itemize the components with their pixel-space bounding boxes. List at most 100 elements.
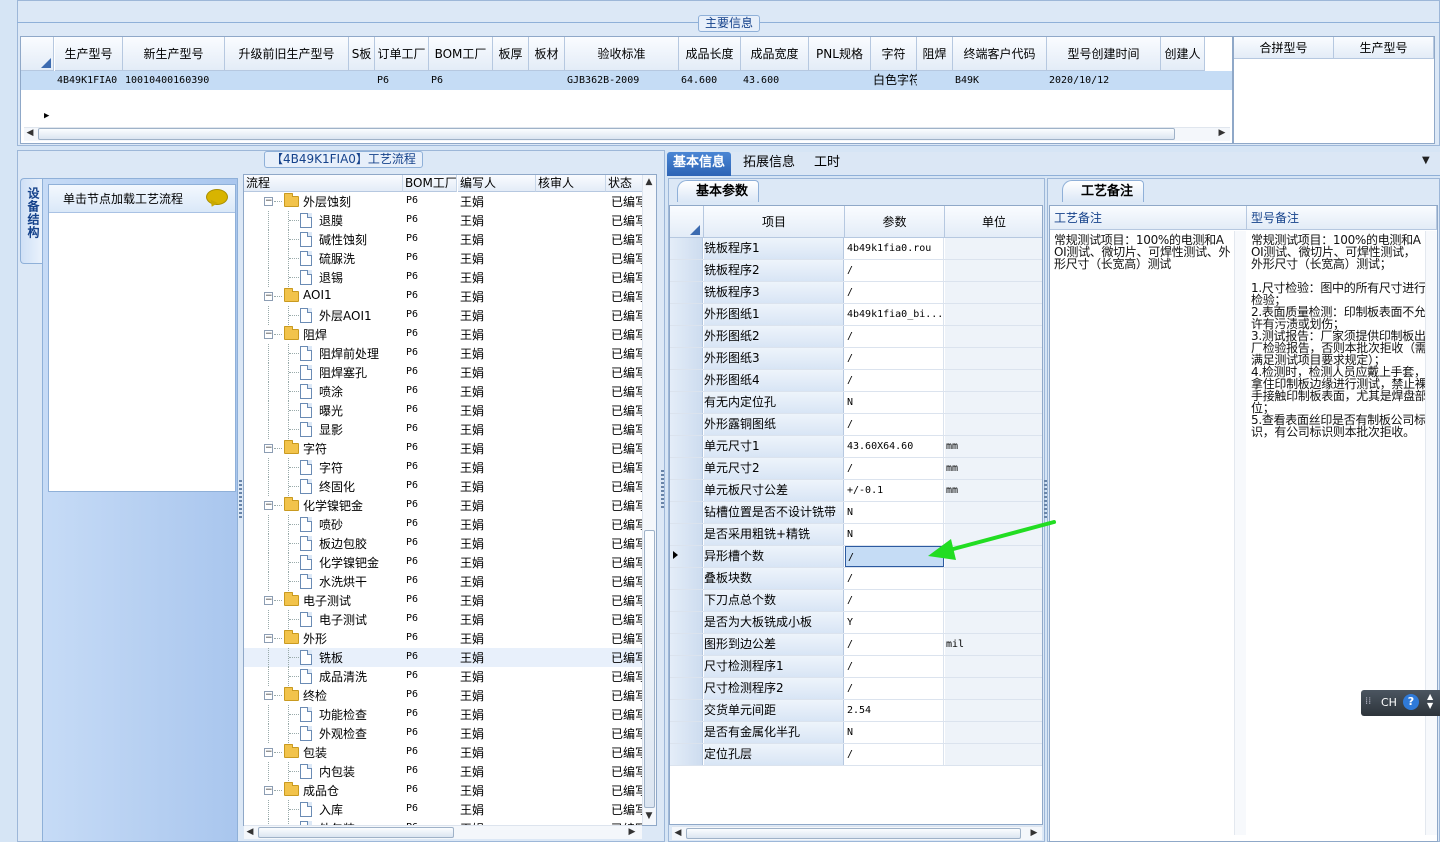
- param-row[interactable]: 单元尺寸1 43.60X64.60 mm: [670, 436, 1042, 458]
- params-hscrollbar[interactable]: ◀ ▶: [672, 826, 1042, 840]
- collapse-icon[interactable]: −: [264, 634, 273, 643]
- tree-step-row[interactable]: 水洗烘干 P6 王娟 已编写: [244, 572, 644, 591]
- scroll-right-icon[interactable]: ▶: [1216, 128, 1228, 138]
- column-header[interactable]: 终端客户代码: [953, 37, 1047, 71]
- scroll-thumb[interactable]: [258, 827, 454, 838]
- row-selector[interactable]: [670, 656, 703, 677]
- scroll-right-icon[interactable]: ▶: [626, 827, 638, 837]
- collapse-icon[interactable]: −: [264, 292, 273, 301]
- tree-folder-row[interactable]: − 外层蚀刻 P6 王娟 已编写: [244, 192, 644, 211]
- scroll-thumb[interactable]: [686, 828, 1021, 839]
- param-value-field[interactable]: /: [845, 458, 944, 479]
- scroll-left-icon[interactable]: ◀: [672, 828, 684, 838]
- splitter-grip[interactable]: [661, 470, 664, 510]
- row-selector[interactable]: [670, 524, 703, 545]
- tree-folder-row[interactable]: − 化学镍钯金 P6 王娟 已编写: [244, 496, 644, 515]
- param-value-field[interactable]: /: [845, 590, 944, 611]
- collapse-icon[interactable]: −: [264, 501, 273, 510]
- row-selector[interactable]: [670, 744, 703, 765]
- ime-language-label[interactable]: CH: [1381, 696, 1397, 709]
- param-value-field[interactable]: /: [845, 634, 944, 655]
- column-header[interactable]: 创建人: [1161, 37, 1205, 71]
- row-selector[interactable]: [670, 326, 703, 347]
- tree-step-row[interactable]: 外层AOI1 P6 王娟 已编写: [244, 306, 644, 325]
- param-row[interactable]: 尺寸检测程序1/: [670, 656, 1042, 678]
- tree-folder-row[interactable]: − 电子测试 P6 王娟 已编写: [244, 591, 644, 610]
- column-header[interactable]: 字符: [871, 37, 917, 71]
- row-selector[interactable]: [670, 260, 703, 281]
- param-value-field[interactable]: /: [845, 282, 944, 303]
- tree-step-row[interactable]: 板边包胶 P6 王娟 已编写: [244, 534, 644, 553]
- remarks-grid[interactable]: 工艺备注 型号备注 常规测试项目：100%的电测和AOI测试、微切片、可焊性测试…: [1049, 205, 1438, 842]
- collapse-icon[interactable]: −: [264, 786, 273, 795]
- grid-cell[interactable]: GJB362B-2009: [567, 71, 679, 90]
- column-header[interactable]: 订单工厂: [375, 37, 429, 71]
- tree-step-row[interactable]: 外观检查 P6 王娟 已编写: [244, 724, 644, 743]
- scroll-left-icon[interactable]: ◀: [244, 827, 256, 837]
- row-selector-header[interactable]: [670, 206, 704, 238]
- tree-folder-row[interactable]: − 成品仓 P6 王娟 已编写: [244, 781, 644, 800]
- merged-model-header[interactable]: 合拼型号: [1234, 37, 1334, 59]
- tree-folder-row[interactable]: − 外形 P6 王娟 已编写: [244, 629, 644, 648]
- tree-step-row[interactable]: 终固化 P6 王娟 已编写: [244, 477, 644, 496]
- row-selector-header[interactable]: [21, 37, 54, 71]
- param-value-field[interactable]: 43.60X64.60: [845, 436, 944, 457]
- column-header[interactable]: 新生产型号: [123, 37, 225, 71]
- tab-dropdown-icon[interactable]: ▼: [1422, 155, 1430, 166]
- collapse-icon[interactable]: −: [264, 444, 273, 453]
- help-icon[interactable]: ?: [1403, 694, 1419, 710]
- param-value-field[interactable]: Y: [845, 612, 944, 633]
- param-row[interactable]: 有无内定位孔 N: [670, 392, 1042, 414]
- tree-step-row[interactable]: 阻焊塞孔 P6 王娟 已编写: [244, 363, 644, 382]
- column-header[interactable]: 成品宽度: [741, 37, 809, 71]
- unit-column-header[interactable]: 单位: [945, 206, 1042, 238]
- param-row[interactable]: 异形槽个数 /: [670, 546, 1042, 568]
- row-selector[interactable]: [670, 722, 703, 743]
- param-row[interactable]: 钻槽位置是否不设计铣带 N: [670, 502, 1042, 524]
- row-selector[interactable]: [670, 546, 703, 567]
- row-selector[interactable]: [670, 634, 703, 655]
- row-selector[interactable]: [670, 348, 703, 369]
- param-row[interactable]: 外形图纸3/: [670, 348, 1042, 370]
- grid-cell[interactable]: 2020/10/12: [1049, 71, 1161, 90]
- tree-step-row[interactable]: 入库 P6 王娟 已编写: [244, 800, 644, 819]
- column-header[interactable]: 板厚: [493, 37, 529, 71]
- row-selector[interactable]: [670, 700, 703, 721]
- column-header[interactable]: 生产型号: [55, 37, 123, 71]
- row-selector[interactable]: [670, 370, 703, 391]
- tree-column-header[interactable]: 状态: [606, 175, 644, 192]
- row-selector[interactable]: [670, 590, 703, 611]
- scroll-down-icon[interactable]: ▼: [643, 811, 655, 821]
- collapse-icon[interactable]: −: [264, 596, 273, 605]
- column-header[interactable]: BOM工厂: [429, 37, 493, 71]
- tree-hscrollbar[interactable]: ◀ ▶: [244, 825, 642, 839]
- scroll-left-icon[interactable]: ◀: [24, 128, 36, 138]
- tree-vscrollbar[interactable]: ▲ ▼: [642, 175, 656, 825]
- column-header[interactable]: 验收标准: [565, 37, 679, 71]
- column-header[interactable]: 成品长度: [679, 37, 741, 71]
- grid-cell[interactable]: 4B49K1FIA0: [57, 71, 123, 90]
- ime-menu-icon[interactable]: ▲ ▼: [1427, 692, 1433, 710]
- tree-step-row[interactable]: 功能检查 P6 王娟 已编写: [244, 705, 644, 724]
- tab-process-remark[interactable]: 工艺备注: [1062, 180, 1145, 202]
- tree-step-row[interactable]: 内包装 P6 王娟 已编写: [244, 762, 644, 781]
- tree-column-header[interactable]: 核审人: [536, 175, 606, 192]
- tree-step-row[interactable]: 碱性蚀刻 P6 王娟 已编写: [244, 230, 644, 249]
- tree-step-row[interactable]: 字符 P6 王娟 已编写: [244, 458, 644, 477]
- param-row[interactable]: 外形图纸4/: [670, 370, 1042, 392]
- scroll-right-icon[interactable]: ▶: [1028, 828, 1040, 838]
- scroll-up-icon[interactable]: ▲: [643, 177, 655, 187]
- tree-step-row[interactable]: 喷砂 P6 王娟 已编写: [244, 515, 644, 534]
- tree-folder-row[interactable]: − 终检 P6 王娟 已编写: [244, 686, 644, 705]
- row-selector[interactable]: [670, 612, 703, 633]
- column-header[interactable]: 阻焊: [917, 37, 953, 71]
- ime-toolbar[interactable]: ⁞⁞ CH ? ▲ ▼: [1361, 690, 1440, 716]
- tab-equipment-structure[interactable]: 设备结构: [20, 178, 42, 264]
- param-row[interactable]: 外形图纸2/: [670, 326, 1042, 348]
- collapse-icon[interactable]: −: [264, 197, 273, 206]
- param-value-field[interactable]: /: [845, 656, 944, 677]
- row-selector[interactable]: [670, 392, 703, 413]
- collapse-icon[interactable]: −: [264, 691, 273, 700]
- side-node-box[interactable]: [48, 184, 236, 492]
- grid-cell[interactable]: 43.600: [743, 71, 809, 90]
